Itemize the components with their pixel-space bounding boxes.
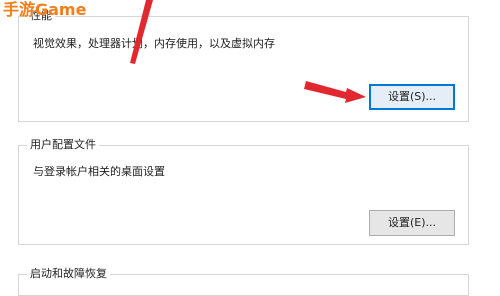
performance-description: 视觉效果，处理器计划，内存使用，以及虚拟内存 (33, 37, 275, 50)
performance-settings-button[interactable]: 设置(S)... (369, 84, 455, 110)
system-properties-advanced-tab: 性能 视觉效果，处理器计划，内存使用，以及虚拟内存 设置(S)... 用户配置文… (0, 0, 500, 296)
user-profiles-description: 与登录帐户相关的桌面设置 (33, 165, 165, 178)
watermark-logo: 手游Game (3, 0, 87, 19)
startup-recovery-group: 启动和故障恢复 (18, 267, 469, 296)
startup-recovery-group-label: 启动和故障恢复 (27, 267, 110, 281)
performance-group: 性能 视觉效果，处理器计划，内存使用，以及虚拟内存 设置(S)... (18, 9, 469, 122)
user-profiles-group: 用户配置文件 与登录帐户相关的桌面设置 设置(E)... (18, 138, 469, 245)
user-profiles-group-label: 用户配置文件 (27, 138, 99, 152)
user-profiles-settings-button[interactable]: 设置(E)... (369, 210, 455, 236)
